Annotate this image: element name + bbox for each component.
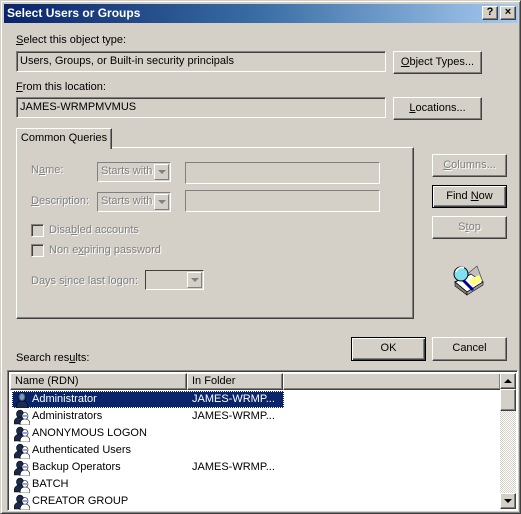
scroll-thumb[interactable] <box>500 389 516 411</box>
chevron-down-icon <box>187 272 202 288</box>
group-icon <box>13 426 31 443</box>
find-now-button[interactable]: Find Now <box>432 185 507 208</box>
name-operator-value: Starts with <box>101 165 153 177</box>
non-expiring-password-checkbox[interactable] <box>31 244 44 257</box>
select-users-dialog: Select Users or Groups ? × Select this o… <box>0 0 521 514</box>
table-row[interactable]: Authenticated Users <box>12 442 284 460</box>
non-expiring-password-label: Non expiring password <box>49 244 161 256</box>
chevron-down-icon <box>154 164 169 180</box>
table-row[interactable]: Backup Operators JAMES-WRMP... <box>12 459 284 477</box>
row-name: Backup Operators <box>32 461 121 473</box>
table-row[interactable]: Administrators JAMES-WRMP... <box>12 408 284 426</box>
disabled-accounts-checkbox[interactable] <box>31 224 44 237</box>
cancel-button[interactable]: Cancel <box>432 337 507 361</box>
help-icon: ? <box>486 6 494 18</box>
object-types-button[interactable]: Object Types... <box>393 51 482 74</box>
chevron-down-icon <box>154 194 169 210</box>
row-folder: JAMES-WRMP... <box>192 461 275 473</box>
user-icon <box>14 392 30 409</box>
row-name: Administrator <box>32 393 97 405</box>
row-folder: JAMES-WRMP... <box>192 393 275 405</box>
name-label: Name: <box>31 164 64 176</box>
search-flashlight-icon <box>453 265 484 296</box>
locations-button[interactable]: Locations... <box>393 97 482 120</box>
scroll-up-button[interactable] <box>500 373 516 389</box>
row-name: Administrators <box>32 410 103 422</box>
name-operator-dropdown[interactable]: Starts with <box>97 162 171 182</box>
title-bar: Select Users or Groups ? × <box>4 4 518 23</box>
stop-button[interactable]: Stop <box>432 216 507 239</box>
row-name: CREATOR GROUP <box>32 495 129 507</box>
days-since-logon-label: Days since last logon: <box>31 275 139 287</box>
disabled-accounts-label: Disabled accounts <box>49 224 139 236</box>
row-name: ANONYMOUS LOGON <box>32 427 147 439</box>
description-operator-value: Starts with <box>101 195 153 207</box>
search-results-list[interactable]: Name (RDN) In Folder Administrator JAMES-… <box>7 370 518 511</box>
tab-common-queries[interactable]: Common Queries <box>16 128 112 149</box>
group-icon <box>13 477 31 494</box>
row-name: BATCH <box>32 478 69 490</box>
column-header-filler <box>283 373 501 390</box>
row-folder: JAMES-WRMP... <box>192 410 275 422</box>
days-since-logon-dropdown[interactable] <box>145 270 204 290</box>
name-input[interactable] <box>185 162 380 184</box>
group-icon <box>13 494 31 510</box>
location-label: From this location: <box>16 81 106 93</box>
columns-button[interactable]: Columns... <box>432 154 507 177</box>
group-icon <box>13 409 31 426</box>
table-row[interactable]: ANONYMOUS LOGON <box>12 425 284 443</box>
description-label: Description: <box>31 195 90 207</box>
window-title: Select Users or Groups <box>7 6 141 20</box>
help-button[interactable]: ? <box>482 6 498 20</box>
group-icon <box>13 460 31 477</box>
object-type-label: Select this object type: <box>16 34 127 46</box>
column-header-name[interactable]: Name (RDN) <box>10 373 187 390</box>
search-results-label: Search results: <box>16 352 90 364</box>
close-icon: × <box>504 6 512 18</box>
description-operator-dropdown[interactable]: Starts with <box>97 192 171 212</box>
table-row[interactable]: CREATOR GROUP <box>12 493 284 510</box>
group-icon <box>13 443 31 460</box>
object-type-field: Users, Groups, or Built-in security prin… <box>16 51 386 72</box>
description-input[interactable] <box>185 190 380 212</box>
table-row[interactable]: Administrator JAMES-WRMP... <box>12 391 284 409</box>
table-row[interactable]: BATCH <box>12 476 284 494</box>
scroll-down-button[interactable] <box>500 493 516 509</box>
ok-button[interactable]: OK <box>351 337 426 361</box>
column-header-in-folder[interactable]: In Folder <box>187 373 283 390</box>
vertical-scrollbar[interactable] <box>500 373 516 509</box>
row-name: Authenticated Users <box>32 444 132 456</box>
close-button[interactable]: × <box>500 6 516 20</box>
location-field: JAMES-WRMPMVMUS <box>16 97 386 118</box>
